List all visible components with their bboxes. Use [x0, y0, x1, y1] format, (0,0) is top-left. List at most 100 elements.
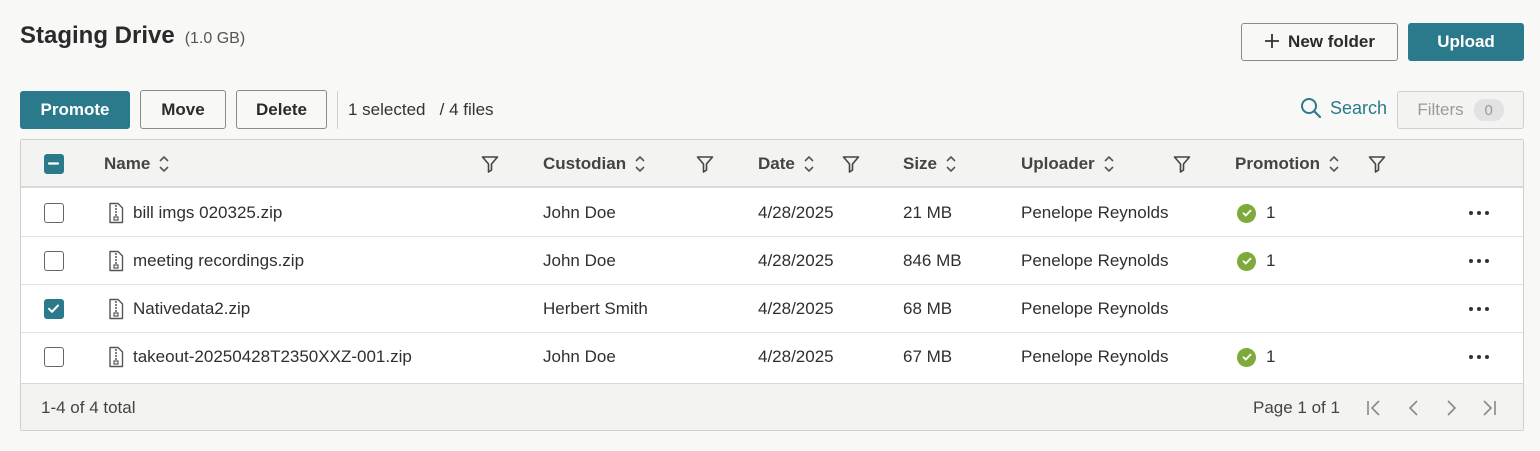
check-circle-icon [1237, 203, 1256, 223]
move-button[interactable]: Move [140, 90, 226, 129]
date-cell: 4/28/2025 [758, 299, 834, 318]
sort-icon[interactable] [1103, 154, 1115, 174]
promotion-cell: 1 [1237, 237, 1275, 285]
column-header-size[interactable]: Size [903, 140, 957, 188]
custodian-cell: Herbert Smith [543, 299, 648, 318]
promote-label: Promote [40, 100, 110, 119]
last-page-icon[interactable] [1480, 398, 1498, 423]
search-label: Search [1330, 97, 1388, 118]
custodian-cell: John Doe [543, 203, 616, 222]
more-icon[interactable] [1468, 189, 1490, 237]
zip-file-icon [108, 346, 124, 373]
plus-icon [1264, 30, 1280, 54]
filter-icon[interactable] [842, 154, 860, 179]
selected-count: 1 selected [348, 100, 426, 119]
next-page-icon[interactable] [1442, 398, 1460, 423]
more-icon[interactable] [1468, 333, 1490, 381]
filters-label: Filters [1417, 100, 1464, 119]
column-label-promotion: Promotion [1235, 154, 1320, 173]
delete-label: Delete [255, 99, 308, 119]
custodian-cell: John Doe [543, 251, 616, 270]
page-header: Staging Drive (1.0 GB) [20, 22, 245, 50]
zip-file-icon [108, 250, 124, 277]
column-header-custodian[interactable]: Custodian [543, 140, 646, 188]
search-button[interactable]: Search [1300, 97, 1387, 119]
upload-button[interactable]: Upload [1408, 23, 1524, 61]
promote-button[interactable]: Promote [20, 91, 130, 129]
size-cell: 21 MB [903, 203, 953, 222]
column-label-custodian: Custodian [543, 154, 627, 173]
filter-icon[interactable] [1368, 154, 1386, 179]
files-count: / 4 files [439, 100, 494, 119]
new-folder-label: New folder [1288, 32, 1375, 51]
check-circle-icon [1237, 347, 1256, 367]
uploader-cell: Penelope Reynolds [1021, 299, 1169, 318]
uploader-cell: Penelope Reynolds [1021, 203, 1169, 222]
search-icon [1301, 98, 1322, 119]
filter-icon[interactable] [696, 154, 714, 179]
row-checkbox[interactable] [44, 347, 64, 367]
file-name[interactable]: takeout-20250428T2350XXZ-001.zip [133, 333, 412, 381]
page-title: Staging Drive [20, 22, 175, 49]
promotion-count: 1 [1266, 251, 1276, 270]
column-label-uploader: Uploader [1021, 154, 1095, 173]
custodian-cell: John Doe [543, 347, 616, 366]
filters-button[interactable]: Filters 0 [1397, 91, 1524, 129]
size-cell: 67 MB [903, 347, 953, 366]
file-name[interactable]: bill imgs 020325.zip [133, 189, 282, 237]
table-header: Name Custodian Date Size Uploader Promot… [21, 140, 1523, 188]
file-name[interactable]: meeting recordings.zip [133, 237, 304, 285]
date-cell: 4/28/2025 [758, 251, 834, 270]
files-table: Name Custodian Date Size Uploader Promot… [20, 139, 1524, 431]
promotion-count: 1 [1266, 347, 1276, 366]
upload-label: Upload [1437, 32, 1495, 51]
file-name[interactable]: Nativedata2.zip [133, 285, 250, 333]
date-cell: 4/28/2025 [758, 347, 834, 366]
sort-icon[interactable] [1328, 154, 1340, 174]
size-cell: 846 MB [903, 251, 962, 270]
toolbar-divider [337, 91, 338, 129]
column-label-date: Date [758, 154, 795, 173]
sort-icon[interactable] [158, 154, 170, 174]
more-icon[interactable] [1468, 285, 1490, 333]
promotion-cell: 1 [1237, 333, 1275, 381]
table-row[interactable]: takeout-20250428T2350XXZ-001.zip John Do… [21, 333, 1523, 381]
filters-count-badge: 0 [1473, 99, 1504, 121]
page-indicator: Page 1 of 1 [1253, 398, 1340, 417]
sort-icon[interactable] [634, 154, 646, 174]
row-checkbox[interactable] [44, 203, 64, 223]
check-circle-icon [1237, 251, 1256, 271]
table-row[interactable]: bill imgs 020325.zip John Doe 4/28/2025 … [21, 189, 1523, 237]
uploader-cell: Penelope Reynolds [1021, 251, 1169, 270]
table-row[interactable]: meeting recordings.zip John Doe 4/28/202… [21, 237, 1523, 285]
sort-icon[interactable] [945, 154, 957, 174]
uploader-cell: Penelope Reynolds [1021, 347, 1169, 366]
filter-icon[interactable] [481, 154, 499, 179]
selection-info: 1 selected / 4 files [348, 100, 494, 120]
promotion-count: 1 [1266, 203, 1276, 222]
drive-size: (1.0 GB) [184, 30, 246, 47]
sort-icon[interactable] [803, 154, 815, 174]
delete-button[interactable]: Delete [236, 90, 327, 129]
new-folder-button[interactable]: New folder [1241, 23, 1398, 61]
column-header-date[interactable]: Date [758, 140, 815, 188]
column-header-name[interactable]: Name [104, 140, 170, 188]
column-header-uploader[interactable]: Uploader [1021, 140, 1115, 188]
prev-page-icon[interactable] [1405, 398, 1423, 423]
row-checkbox[interactable] [44, 299, 64, 319]
table-row[interactable]: Nativedata2.zip Herbert Smith 4/28/2025 … [21, 285, 1523, 333]
date-cell: 4/28/2025 [758, 203, 834, 222]
column-label-size: Size [903, 154, 938, 173]
filter-icon[interactable] [1173, 154, 1191, 179]
column-header-promotion[interactable]: Promotion [1235, 140, 1340, 188]
table-footer: 1-4 of 4 total Page 1 of 1 [21, 383, 1523, 430]
first-page-icon[interactable] [1365, 398, 1383, 423]
total-count: 1-4 of 4 total [41, 398, 136, 417]
select-all-checkbox[interactable] [44, 154, 64, 174]
more-icon[interactable] [1468, 237, 1490, 285]
move-label: Move [161, 99, 205, 119]
promotion-cell: 1 [1237, 189, 1275, 237]
zip-file-icon [108, 202, 124, 229]
row-checkbox[interactable] [44, 251, 64, 271]
size-cell: 68 MB [903, 299, 953, 318]
